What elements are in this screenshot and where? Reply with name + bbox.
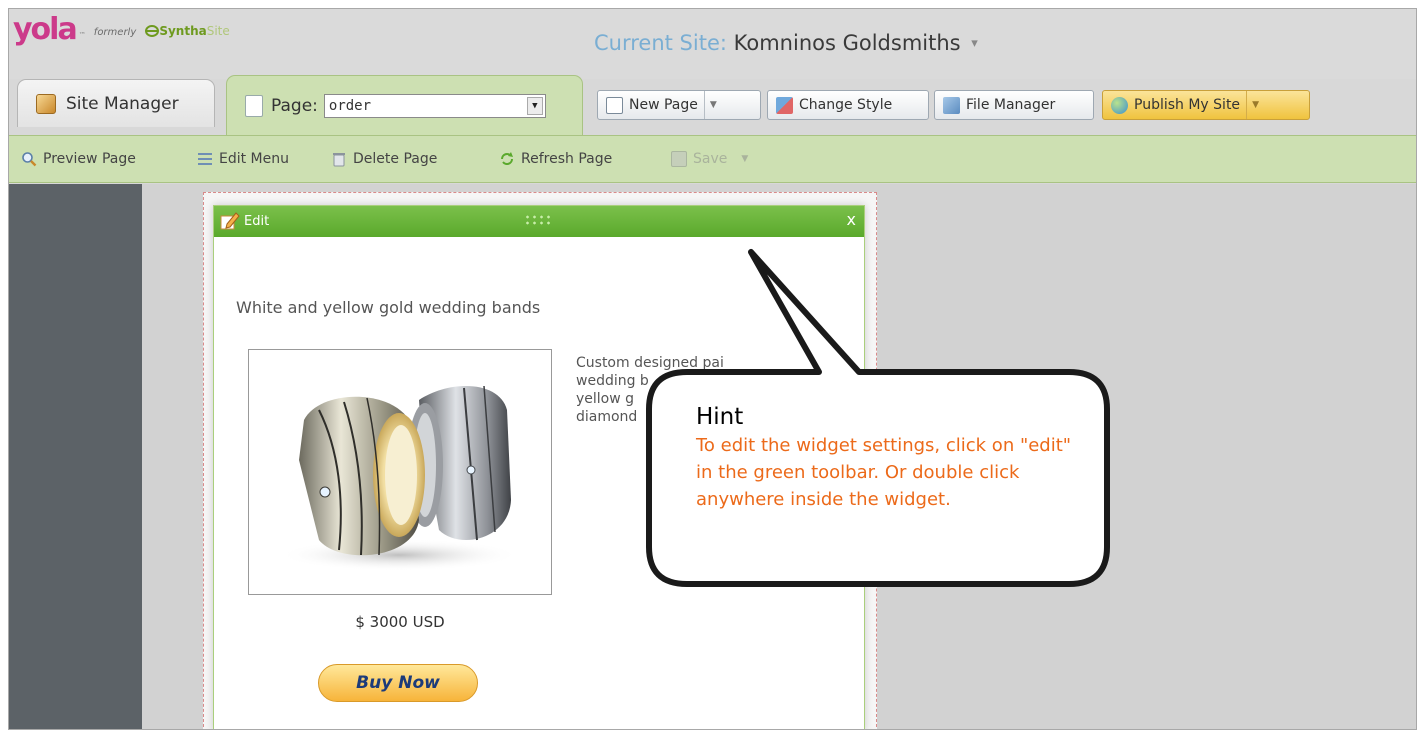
product-price: $ 3000 USD xyxy=(355,613,445,631)
page-select[interactable]: order ▼ xyxy=(323,93,546,118)
publish-label: Publish My Site xyxy=(1134,97,1241,113)
drag-handle-icon[interactable] xyxy=(524,214,554,226)
widget-edit-bar[interactable]: Edit x xyxy=(214,206,864,237)
change-style-button[interactable]: Change Style xyxy=(767,90,929,120)
new-page-label: New Page xyxy=(629,97,698,113)
description-line: Custom designed pai xyxy=(576,355,724,371)
file-manager-button[interactable]: File Manager xyxy=(934,90,1094,120)
file-manager-label: File Manager xyxy=(966,97,1056,113)
synthasite-logo-icon xyxy=(145,22,160,41)
tab-page[interactable]: Page: order ▼ xyxy=(226,75,583,135)
refresh-icon xyxy=(499,151,515,167)
delete-page-label: Delete Page xyxy=(353,151,438,167)
widget-edit-label[interactable]: Edit xyxy=(244,214,269,229)
edit-menu-label: Edit Menu xyxy=(219,151,289,167)
publish-site-button[interactable]: Publish My Site ▼ xyxy=(1102,90,1310,120)
hint-title: Hint xyxy=(696,404,744,430)
header: yola ™ formerly SynthaSite Current Site: … xyxy=(9,9,1416,79)
product-photo xyxy=(248,349,552,595)
preview-page-label: Preview Page xyxy=(43,151,136,167)
chevron-down-icon: ▾ xyxy=(971,36,978,51)
pencil-icon xyxy=(220,211,240,235)
select-arrow-icon[interactable]: ▼ xyxy=(526,96,543,115)
close-icon[interactable]: x xyxy=(847,210,856,229)
logo-syntha: Syntha xyxy=(159,24,207,38)
current-site-label: Current Site: xyxy=(594,31,727,55)
menu-list-icon xyxy=(197,151,213,167)
buy-now-button[interactable]: Buy Now xyxy=(318,664,478,702)
hint-body: To edit the widget settings, click on "e… xyxy=(696,435,1072,510)
left-rail xyxy=(9,184,142,729)
trash-icon xyxy=(331,151,347,167)
tab-page-label: Page: xyxy=(271,95,318,116)
refresh-page-label: Refresh Page xyxy=(521,151,613,167)
yola-logo[interactable]: yola ™ formerly SynthaSite xyxy=(13,15,230,45)
save-icon xyxy=(671,151,687,167)
hint-text: Hint To edit the widget settings, click … xyxy=(696,404,1096,513)
globe-icon xyxy=(1111,96,1128,114)
logo-yola-text: yola xyxy=(13,12,78,47)
app-window: yola ™ formerly SynthaSite Current Site: … xyxy=(8,8,1417,730)
wedding-rings-image xyxy=(279,385,519,571)
logo-site: Site xyxy=(206,24,230,38)
product-title: White and yellow gold wedding bands xyxy=(236,298,541,317)
magnifier-icon xyxy=(21,151,37,167)
save-label: Save xyxy=(693,151,728,167)
current-site-name: Komninos Goldsmiths xyxy=(733,31,961,55)
current-site-selector[interactable]: Current Site: Komninos Goldsmiths ▾ xyxy=(594,31,978,55)
save-dropdown-icon[interactable]: ▼ xyxy=(741,154,748,164)
page-select-value: order xyxy=(328,97,372,114)
refresh-page-button[interactable]: Refresh Page xyxy=(499,151,612,167)
delete-page-button[interactable]: Delete Page xyxy=(331,151,437,167)
page-toolbar: Preview Page Edit Menu Delete Page Refre… xyxy=(9,135,1416,183)
file-manager-icon xyxy=(943,96,960,114)
new-page-icon xyxy=(606,96,623,114)
preview-page-button[interactable]: Preview Page xyxy=(21,151,136,167)
new-page-button[interactable]: New Page ▼ xyxy=(597,90,761,120)
tab-site-manager-label: Site Manager xyxy=(66,93,179,114)
tab-site-manager[interactable]: Site Manager xyxy=(17,79,215,127)
page-icon xyxy=(245,94,263,117)
logo-formerly: formerly xyxy=(93,27,137,38)
new-page-dropdown-icon[interactable]: ▼ xyxy=(703,91,722,119)
box-icon xyxy=(36,93,56,114)
change-style-label: Change Style xyxy=(799,97,893,113)
save-button[interactable]: Save ▼ xyxy=(671,151,748,167)
description-line: wedding b xyxy=(576,373,649,389)
publish-dropdown-icon[interactable]: ▼ xyxy=(1246,91,1264,119)
logo-tm: ™ xyxy=(78,31,86,39)
palette-icon xyxy=(776,96,793,114)
edit-menu-button[interactable]: Edit Menu xyxy=(197,151,289,167)
